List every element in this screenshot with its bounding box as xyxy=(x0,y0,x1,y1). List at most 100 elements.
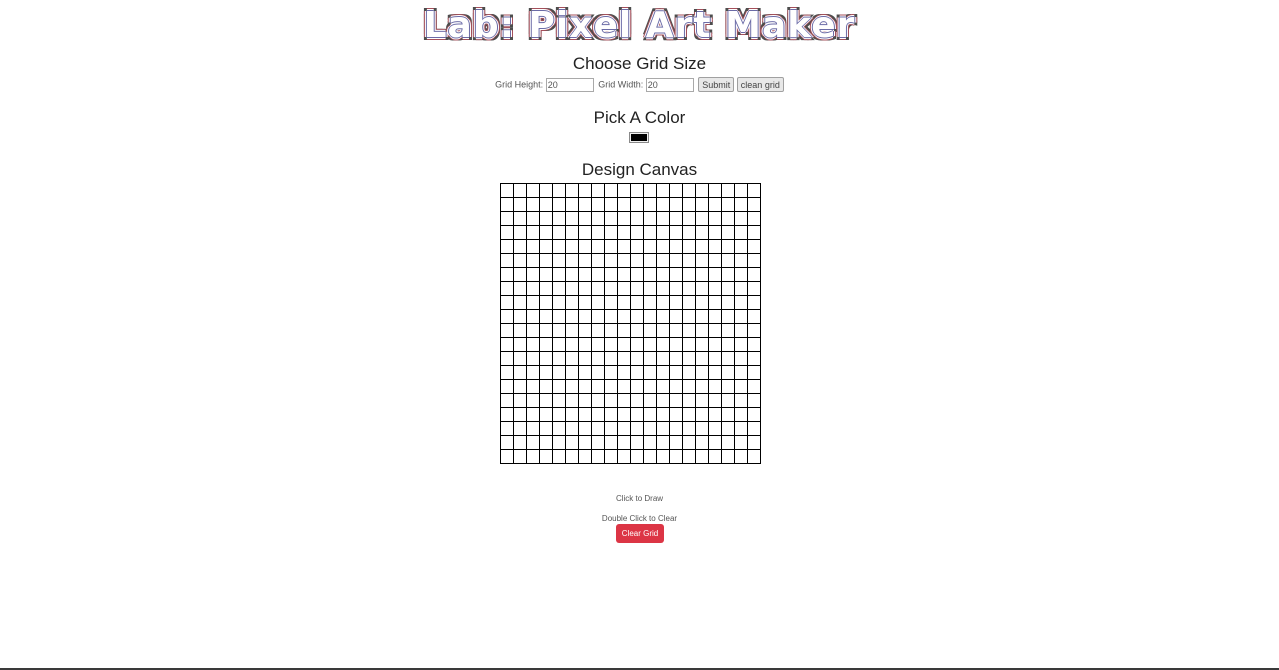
canvas-cell[interactable] xyxy=(617,281,631,296)
canvas-cell[interactable] xyxy=(747,407,761,422)
canvas-cell[interactable] xyxy=(708,253,722,268)
canvas-cell[interactable] xyxy=(552,393,566,408)
canvas-cell[interactable] xyxy=(682,407,696,422)
canvas-cell[interactable] xyxy=(552,225,566,240)
canvas-cell[interactable] xyxy=(578,183,592,198)
canvas-cell[interactable] xyxy=(656,253,670,268)
canvas-cell[interactable] xyxy=(630,337,644,352)
canvas-cell[interactable] xyxy=(578,337,592,352)
canvas-cell[interactable] xyxy=(643,449,657,464)
canvas-cell[interactable] xyxy=(617,239,631,254)
canvas-cell[interactable] xyxy=(643,379,657,394)
canvas-cell[interactable] xyxy=(695,211,709,226)
canvas-cell[interactable] xyxy=(669,449,683,464)
canvas-cell[interactable] xyxy=(500,379,514,394)
canvas-cell[interactable] xyxy=(500,253,514,268)
canvas-cell[interactable] xyxy=(630,435,644,450)
canvas-cell[interactable] xyxy=(591,407,605,422)
canvas-cell[interactable] xyxy=(630,323,644,338)
canvas-cell[interactable] xyxy=(604,365,618,380)
canvas-cell[interactable] xyxy=(565,323,579,338)
canvas-cell[interactable] xyxy=(552,253,566,268)
canvas-cell[interactable] xyxy=(552,295,566,310)
canvas-cell[interactable] xyxy=(500,309,514,324)
canvas-cell[interactable] xyxy=(708,351,722,366)
canvas-cell[interactable] xyxy=(682,435,696,450)
canvas-cell[interactable] xyxy=(734,281,748,296)
canvas-cell[interactable] xyxy=(656,337,670,352)
canvas-cell[interactable] xyxy=(526,225,540,240)
canvas-cell[interactable] xyxy=(734,323,748,338)
canvas-cell[interactable] xyxy=(500,421,514,436)
canvas-cell[interactable] xyxy=(682,225,696,240)
canvas-cell[interactable] xyxy=(630,183,644,198)
canvas-cell[interactable] xyxy=(708,379,722,394)
canvas-cell[interactable] xyxy=(695,267,709,282)
canvas-cell[interactable] xyxy=(500,449,514,464)
canvas-cell[interactable] xyxy=(513,309,527,324)
canvas-cell[interactable] xyxy=(721,435,735,450)
canvas-cell[interactable] xyxy=(669,407,683,422)
canvas-cell[interactable] xyxy=(565,407,579,422)
canvas-cell[interactable] xyxy=(630,211,644,226)
canvas-cell[interactable] xyxy=(669,309,683,324)
canvas-cell[interactable] xyxy=(552,407,566,422)
canvas-cell[interactable] xyxy=(604,323,618,338)
grid-height-input[interactable] xyxy=(545,77,594,92)
canvas-cell[interactable] xyxy=(695,421,709,436)
canvas-cell[interactable] xyxy=(617,449,631,464)
canvas-cell[interactable] xyxy=(565,211,579,226)
canvas-cell[interactable] xyxy=(695,309,709,324)
canvas-cell[interactable] xyxy=(604,449,618,464)
canvas-cell[interactable] xyxy=(526,253,540,268)
canvas-cell[interactable] xyxy=(656,225,670,240)
canvas-cell[interactable] xyxy=(513,183,527,198)
canvas-cell[interactable] xyxy=(591,225,605,240)
canvas-cell[interactable] xyxy=(630,281,644,296)
canvas-cell[interactable] xyxy=(526,407,540,422)
canvas-cell[interactable] xyxy=(708,421,722,436)
canvas-cell[interactable] xyxy=(643,393,657,408)
submit-button[interactable]: Submit xyxy=(698,77,735,92)
canvas-cell[interactable] xyxy=(617,337,631,352)
canvas-cell[interactable] xyxy=(721,407,735,422)
canvas-cell[interactable] xyxy=(669,281,683,296)
canvas-cell[interactable] xyxy=(630,379,644,394)
canvas-cell[interactable] xyxy=(669,351,683,366)
canvas-cell[interactable] xyxy=(552,365,566,380)
canvas-cell[interactable] xyxy=(669,267,683,282)
canvas-cell[interactable] xyxy=(630,393,644,408)
canvas-cell[interactable] xyxy=(669,421,683,436)
canvas-cell[interactable] xyxy=(552,239,566,254)
canvas-cell[interactable] xyxy=(539,281,553,296)
canvas-cell[interactable] xyxy=(526,435,540,450)
canvas-cell[interactable] xyxy=(656,323,670,338)
canvas-cell[interactable] xyxy=(604,421,618,436)
canvas-cell[interactable] xyxy=(708,295,722,310)
canvas-cell[interactable] xyxy=(682,323,696,338)
canvas-cell[interactable] xyxy=(578,323,592,338)
canvas-cell[interactable] xyxy=(630,295,644,310)
canvas-cell[interactable] xyxy=(708,365,722,380)
canvas-cell[interactable] xyxy=(565,365,579,380)
canvas-cell[interactable] xyxy=(617,309,631,324)
canvas-cell[interactable] xyxy=(656,239,670,254)
canvas-cell[interactable] xyxy=(747,225,761,240)
canvas-cell[interactable] xyxy=(578,365,592,380)
canvas-cell[interactable] xyxy=(747,309,761,324)
canvas-cell[interactable] xyxy=(747,281,761,296)
canvas-cell[interactable] xyxy=(721,449,735,464)
canvas-cell[interactable] xyxy=(630,225,644,240)
canvas-cell[interactable] xyxy=(500,295,514,310)
canvas-cell[interactable] xyxy=(656,365,670,380)
canvas-cell[interactable] xyxy=(513,197,527,212)
canvas-cell[interactable] xyxy=(695,281,709,296)
canvas-cell[interactable] xyxy=(682,449,696,464)
canvas-cell[interactable] xyxy=(656,281,670,296)
canvas-cell[interactable] xyxy=(539,323,553,338)
canvas-cell[interactable] xyxy=(565,379,579,394)
canvas-cell[interactable] xyxy=(578,225,592,240)
canvas-cell[interactable] xyxy=(552,267,566,282)
canvas-cell[interactable] xyxy=(669,323,683,338)
canvas-cell[interactable] xyxy=(526,365,540,380)
